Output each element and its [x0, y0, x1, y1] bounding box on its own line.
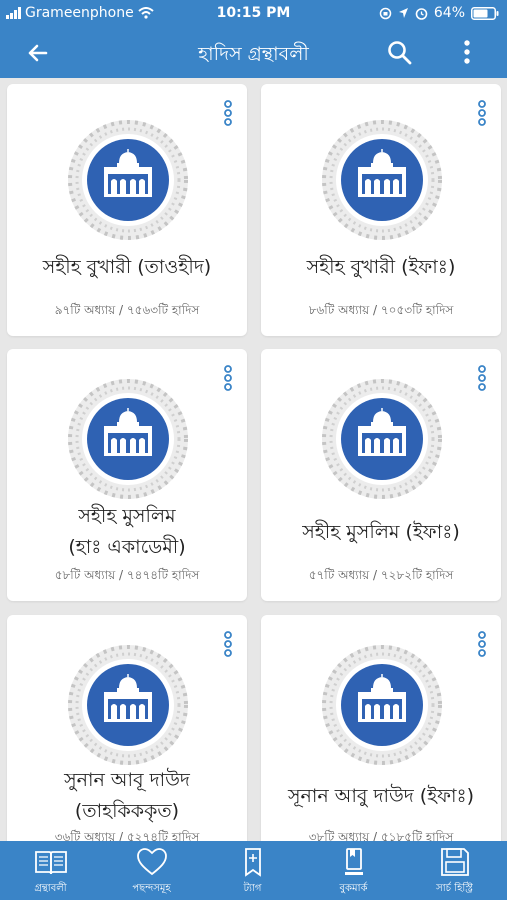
nav-label: পছন্দসমূহ — [132, 883, 171, 894]
location-icon — [398, 8, 408, 18]
nav-books[interactable]: গ্রন্থাবলী — [0, 841, 101, 900]
card-more-icon[interactable] — [477, 100, 487, 126]
nav-label: সার্চ হিস্ট্রি — [436, 883, 473, 894]
book-subtitle: (তাহকিককৃত) — [74, 800, 180, 822]
nav-tags[interactable]: ট্যাগ — [202, 841, 303, 900]
book-subtitle: (হাঃ একাডেমী) — [68, 536, 186, 558]
book-meta: ৯৭টি অধ্যায় / ৭৫৬৩টি হাদিস — [54, 303, 200, 317]
mosque-emblem-icon — [321, 378, 443, 500]
tag-icon — [245, 848, 261, 877]
bookmark-icon — [345, 848, 363, 875]
book-meta: ৫৮টি অধ্যায় / ৭৪৭৪টি হাদিস — [54, 568, 200, 582]
heart-icon — [137, 848, 167, 876]
book-grid: সহীহ বুখারী (তাওহীদ) ৯৭টি অধ্যায় / ৭৫৬৩… — [0, 78, 507, 841]
search-icon[interactable] — [386, 39, 414, 67]
mosque-emblem-icon — [67, 644, 189, 766]
book-meta: ৩৮টি অধ্যায় / ৫১৮৫টি হাদিস — [308, 830, 454, 841]
book-title: সহীহ মুসলিম (ইফাঃ) — [302, 521, 460, 543]
nav-label: ট্যাগ — [243, 883, 262, 894]
card-more-icon[interactable] — [223, 365, 233, 391]
open-book-icon — [35, 851, 67, 875]
book-title: সহীহ মুসলিম — [78, 505, 176, 527]
mosque-emblem-icon — [67, 119, 189, 241]
book-card[interactable]: সহীহ মুসলিম (ইফাঃ) ৫৭টি অধ্যায় / ৭২৮২টি… — [261, 349, 501, 601]
mosque-emblem-icon — [321, 119, 443, 241]
mosque-emblem-icon — [67, 378, 189, 500]
book-meta: ৫৭টি অধ্যায় / ৭২৮২টি হাদিস — [308, 568, 454, 582]
rotation-lock-icon — [379, 7, 392, 19]
battery-percent: 64% — [433, 5, 465, 21]
book-card[interactable]: সহীহ বুখারী (তাওহীদ) ৯৭টি অধ্যায় / ৭৫৬৩… — [7, 84, 247, 336]
card-more-icon[interactable] — [477, 631, 487, 657]
alarm-icon — [415, 7, 428, 20]
book-card[interactable]: সহীহ মুসলিম (হাঃ একাডেমী) ৫৮টি অধ্যায় /… — [7, 349, 247, 601]
book-title: সহীহ বুখারী (তাওহীদ) — [42, 256, 212, 278]
book-card[interactable]: সূনান আবু দাউদ (ইফাঃ) ৩৮টি অধ্যায় / ৫১৮… — [261, 615, 501, 841]
more-vertical-icon[interactable] — [456, 38, 478, 68]
card-more-icon[interactable] — [223, 100, 233, 126]
card-more-icon[interactable] — [223, 631, 233, 657]
mosque-emblem-icon — [321, 644, 443, 766]
book-title: সূনান আবু দাউদ (ইফাঃ) — [287, 785, 475, 807]
nav-label: গ্রন্থাবলী — [34, 883, 67, 894]
page-title: হাদিস গ্রন্থাবলী — [198, 43, 309, 65]
nav-search-history[interactable]: সার্চ হিস্ট্রি — [404, 841, 505, 900]
book-title: সুনান আবূ দাউদ — [64, 769, 190, 791]
book-meta: ৩৬টি অধ্যায় / ৫২৭৪টি হাদিস — [54, 830, 200, 841]
book-title: সহীহ বুখারী (ইফাঃ) — [306, 256, 456, 278]
battery-icon — [471, 6, 499, 20]
book-meta: ৮৬টি অধ্যায় / ৭০৫৩টি হাদিস — [308, 303, 454, 317]
card-more-icon[interactable] — [477, 365, 487, 391]
book-card[interactable]: সহীহ বুখারী (ইফাঃ) ৮৬টি অধ্যায় / ৭০৫৩টি… — [261, 84, 501, 336]
status-bar: Grameenphone 10:15 PM 64% — [0, 0, 507, 28]
app-bar: হাদিস গ্রন্থাবলী — [0, 28, 507, 78]
nav-label: বুকমার্ক — [339, 883, 368, 894]
nav-favorites[interactable]: পছন্দসমূহ — [101, 841, 202, 900]
book-card[interactable]: সুনান আবূ দাউদ (তাহকিককৃত) ৩৬টি অধ্যায় … — [7, 615, 247, 841]
save-icon — [441, 848, 469, 876]
bottom-navigation: গ্রন্থাবলী পছন্দসমূহ ট্যাগ বুকমার্ক সার্… — [0, 841, 507, 900]
nav-bookmarks[interactable]: বুকমার্ক — [303, 841, 404, 900]
